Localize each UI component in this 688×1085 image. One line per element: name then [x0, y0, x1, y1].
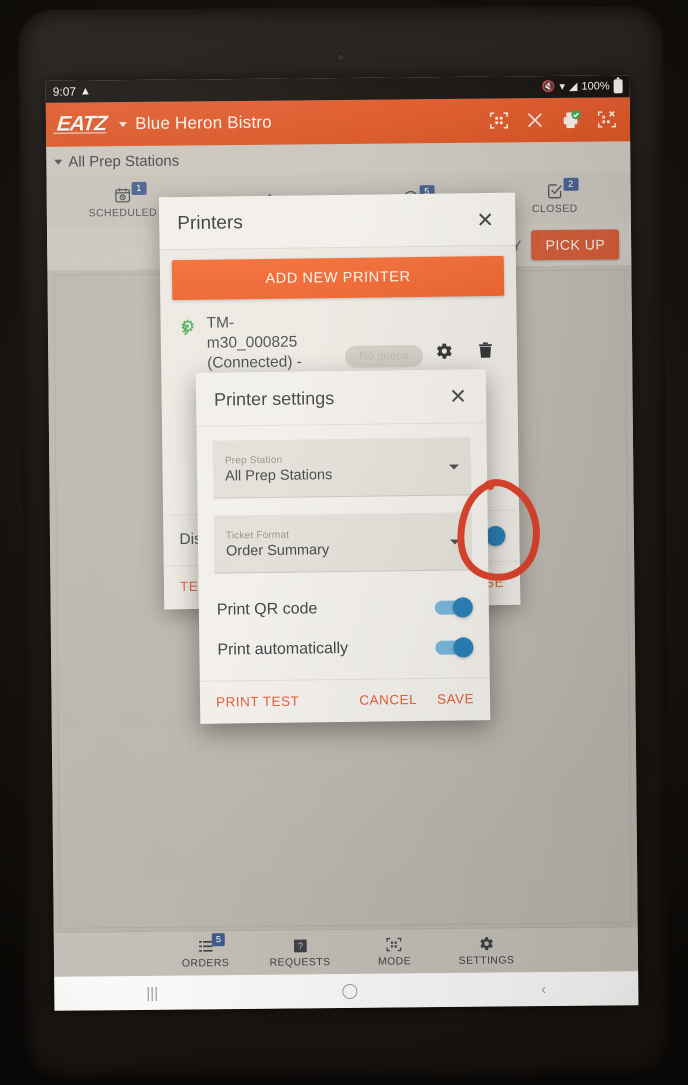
eatz-logo: EATZ [53, 112, 111, 137]
chevron-down-icon[interactable] [448, 463, 460, 470]
prep-station-select-value: All Prep Stations [224, 466, 333, 485]
bluetooth-icon: ⚙ [179, 316, 196, 337]
status-bar-time: 9:07 [52, 84, 77, 99]
nav-item-mode[interactable]: MODE [366, 935, 422, 968]
qr-disabled-icon[interactable] [596, 108, 618, 130]
print-test-button[interactable]: PRINT TEST [216, 694, 299, 710]
print-qr-code-toggle[interactable] [434, 600, 471, 615]
tablet-photo-background: 9:07 ▲ 🔇 ▾ ◢ 100% EATZ Blue Heron Bistro [0, 0, 688, 1085]
printer-settings-actions: PRINT TEST CANCEL SAVE [199, 677, 491, 724]
printer-connected-icon[interactable] [560, 109, 582, 131]
nav-badge: 5 [211, 933, 226, 947]
save-button[interactable]: SAVE [437, 691, 474, 706]
tab-badge: 2 [563, 177, 579, 191]
warning-triangle-icon: ▲ [79, 84, 91, 97]
bottom-navigation: 5 ORDERS ? REQUESTS MODE SETTINGS [53, 926, 639, 977]
nav-label: ORDERS [181, 957, 230, 970]
chevron-down-icon [54, 159, 63, 165]
close-icon[interactable]: ✕ [446, 385, 470, 408]
android-system-nav: ||| ‹ [54, 971, 639, 1011]
qr-scan-icon[interactable] [488, 109, 510, 131]
battery-percent-label: 100% [581, 80, 610, 93]
printers-dialog-header: Printers ✕ [158, 192, 516, 250]
gear-icon[interactable] [433, 341, 454, 367]
calendar-clock-icon [114, 185, 132, 205]
checkbox-icon [546, 181, 564, 201]
printer-queue-chip: No queue [345, 344, 424, 368]
back-icon[interactable]: ‹ [541, 981, 546, 998]
nav-item-orders[interactable]: 5 ORDERS [177, 933, 233, 970]
chevron-down-icon[interactable] [119, 121, 128, 127]
qr-icon [385, 935, 403, 953]
tablet-screen: 9:07 ▲ 🔇 ▾ ◢ 100% EATZ Blue Heron Bistro [45, 75, 639, 1011]
battery-icon [613, 79, 623, 94]
front-camera [336, 52, 346, 63]
ticket-format-select[interactable]: Ticket Format Order Summary [213, 512, 473, 574]
prep-station-select-label: Prep Station [224, 454, 283, 467]
trash-icon[interactable] [476, 340, 495, 366]
wifi-icon: ▾ [559, 80, 566, 93]
prep-station-select[interactable]: Prep Station All Prep Stations [212, 437, 472, 499]
close-icon[interactable]: ✕ [473, 208, 497, 231]
app-header: EATZ Blue Heron Bistro [45, 97, 631, 147]
print-qr-code-row[interactable]: Print QR code [215, 587, 474, 630]
cancel-button[interactable]: CANCEL [359, 692, 417, 708]
ticket-format-select-label: Ticket Format [225, 529, 290, 542]
tab-badge: 1 [131, 181, 147, 196]
chevron-down-icon[interactable] [449, 538, 461, 545]
add-new-printer-button[interactable]: ADD NEW PRINTER [171, 255, 505, 301]
help-icon: ? [291, 936, 308, 954]
nav-label: REQUESTS [269, 956, 331, 969]
print-automatically-row[interactable]: Print automatically [215, 627, 474, 670]
mute-icon: 🔇 [541, 80, 556, 93]
print-automatically-toggle[interactable] [435, 640, 472, 655]
gear-icon [477, 935, 495, 953]
nav-label: MODE [377, 955, 412, 968]
printer-settings-title: Printer settings [213, 388, 335, 410]
tab-label: SCHEDULED [88, 206, 158, 220]
nav-item-settings[interactable]: SETTINGS [458, 934, 514, 967]
pickup-filter-button[interactable]: PICK UP [531, 229, 620, 261]
print-qr-code-label: Print QR code [216, 600, 318, 619]
printer-settings-dialog: Printer settings ✕ Prep Station All Prep… [195, 369, 491, 724]
printer-settings-header: Printer settings ✕ [196, 369, 487, 426]
nav-label: SETTINGS [458, 954, 515, 967]
svg-text:?: ? [297, 941, 303, 952]
printer-settings-body: Prep Station All Prep Stations Ticket Fo… [196, 422, 490, 675]
tab-label: CLOSED [531, 202, 578, 216]
home-icon[interactable] [342, 983, 358, 999]
prep-station-label: All Prep Stations [68, 152, 180, 171]
printers-dialog-title: Printers [177, 212, 243, 235]
print-automatically-label: Print automatically [217, 639, 349, 659]
close-icon[interactable] [524, 109, 546, 131]
venue-name[interactable]: Blue Heron Bistro [135, 113, 272, 134]
ticket-format-select-value: Order Summary [225, 541, 330, 560]
recents-icon[interactable]: ||| [146, 984, 158, 1001]
nav-item-requests[interactable]: ? REQUESTS [269, 936, 331, 969]
signal-icon: ◢ [568, 80, 578, 93]
